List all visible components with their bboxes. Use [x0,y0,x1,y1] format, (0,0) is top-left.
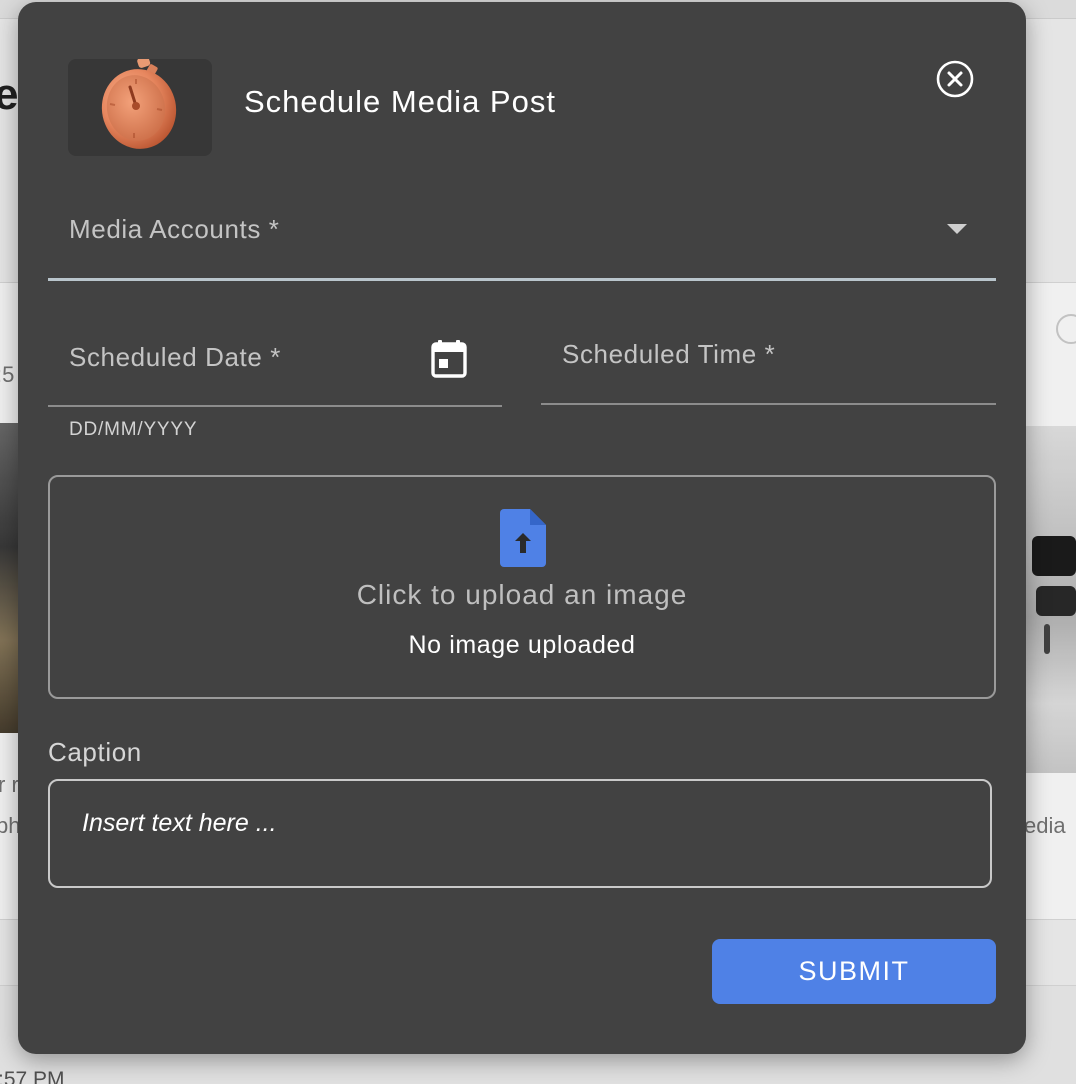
scheduled-date-field[interactable]: Scheduled Date * [48,312,502,407]
dialog-title: Schedule Media Post [244,84,556,119]
arrow-drop-down-icon [947,224,967,234]
caption-label: Caption [48,737,142,767]
upload-prompt: Click to upload an image [356,579,688,610]
submit-button[interactable]: SUBMIT [712,939,996,1004]
caption-input[interactable] [48,779,992,888]
date-format-hint: DD/MM/YYYY [69,419,198,440]
scheduled-date-label: Scheduled Date * [69,342,281,372]
stopwatch-icon [101,56,177,149]
date-picker-button[interactable] [430,338,468,378]
header-image-frame [68,56,212,156]
schedule-media-post-dialog: Schedule Media Post Media Accounts * Sch… [18,2,1026,1054]
close-button[interactable] [936,60,974,98]
media-accounts-select[interactable]: Media Accounts * [48,192,996,281]
scheduled-time-label: Scheduled Time * [562,339,776,369]
upload-status: No image uploaded [408,631,636,659]
media-accounts-label: Media Accounts * [69,214,280,244]
file-upload-icon [500,509,546,567]
close-circle-icon [936,60,974,98]
scheduled-time-field[interactable]: Scheduled Time * [541,312,996,405]
calendar-icon [431,340,467,378]
image-upload-dropzone[interactable]: Click to upload an image No image upload… [48,475,996,699]
